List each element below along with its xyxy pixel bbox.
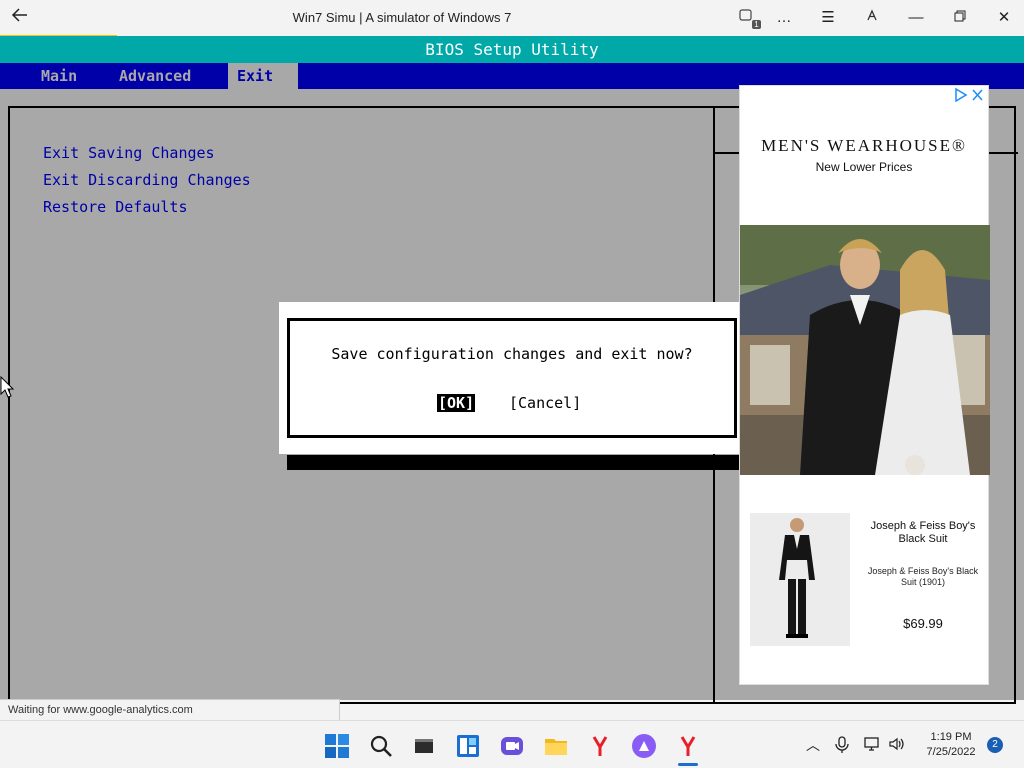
show-hidden-icons-button[interactable]: ︿ <box>804 736 822 754</box>
dialog-message: Save configuration changes and exit now? <box>331 345 693 363</box>
ellipsis-icon: … <box>776 9 792 26</box>
bios-tab-exit[interactable]: Exit <box>228 63 298 89</box>
active-app-indicator <box>678 763 698 766</box>
minimize-icon: — <box>908 9 924 26</box>
tab-count-badge: 1 <box>752 20 761 29</box>
alice-button[interactable] <box>631 733 657 759</box>
clock-date: 7/25/2022 <box>926 746 976 758</box>
cursor-arrow-icon <box>0 375 15 398</box>
notification-badge[interactable]: 2 <box>987 737 1003 753</box>
speaker-icon <box>889 737 904 751</box>
more-button[interactable]: … <box>771 7 797 29</box>
alice-icon <box>632 734 656 758</box>
search-icon <box>370 735 392 757</box>
dialog-frame: Save configuration changes and exit now?… <box>287 318 737 438</box>
yandex-icon <box>592 736 608 756</box>
menu-button[interactable]: ☰ <box>815 7 841 29</box>
advertisement[interactable]: MEN'S WEARHOUSE® New Lower Prices Joseph… <box>739 85 990 685</box>
network-icon <box>864 737 879 751</box>
hamburger-icon: ☰ <box>821 9 835 26</box>
bios-header: BIOS Setup Utility <box>0 36 1024 63</box>
dialog-shadow <box>287 455 747 470</box>
minimize-button[interactable]: — <box>903 7 929 29</box>
close-icon: ✕ <box>997 9 1011 26</box>
ad-price: $69.99 <box>903 616 943 631</box>
ok-button[interactable]: [OK] <box>437 394 476 412</box>
ad-info-icon <box>955 87 983 103</box>
microphone-button[interactable] <box>833 736 851 754</box>
file-explorer-button[interactable] <box>543 733 569 759</box>
confirm-dialog: Save configuration changes and exit now?… <box>279 302 745 454</box>
widgets-icon <box>457 735 479 757</box>
microphone-icon <box>835 736 849 753</box>
couple-image <box>740 225 990 475</box>
tabs-button[interactable]: 1 <box>733 7 761 29</box>
browser-status-bar: Waiting for www.google-analytics.com <box>0 699 340 720</box>
chat-button[interactable] <box>499 733 525 759</box>
chevron-up-icon: ︿ <box>806 737 820 753</box>
widgets-button[interactable] <box>455 733 481 759</box>
exit-discarding-changes-option[interactable]: Exit Discarding Changes <box>43 171 251 189</box>
task-view-button[interactable] <box>411 733 437 759</box>
windows-start-icon <box>325 734 349 758</box>
yandex-browser-button[interactable] <box>675 733 701 766</box>
ad-brand: MEN'S WEARHOUSE® <box>761 136 967 155</box>
browser-title-bar: Win7 Simu | A simulator of Windows 7 1 …… <box>0 0 1024 38</box>
window-title: Win7 Simu | A simulator of Windows 7 <box>292 10 512 25</box>
search-button[interactable] <box>368 733 394 759</box>
extensions-button[interactable] <box>859 7 885 29</box>
bios-tab-advanced[interactable]: Advanced <box>110 63 200 89</box>
restore-icon <box>954 10 966 22</box>
boy-suit-image <box>779 518 815 638</box>
taskbar: ︿ 1:19 PM 7/25/2022 2 <box>0 720 1024 768</box>
terminal-icon <box>415 739 433 753</box>
ad-tagline: New Lower Prices <box>815 160 913 174</box>
ad-product-image[interactable] <box>750 513 850 646</box>
ad-couple-photo[interactable] <box>740 225 990 475</box>
restore-defaults-option[interactable]: Restore Defaults <box>43 198 188 216</box>
close-button[interactable]: ✕ <box>991 7 1017 29</box>
ad-choices-icon[interactable] <box>954 87 984 105</box>
cancel-button[interactable]: [Cancel] <box>509 394 581 412</box>
restore-button[interactable] <box>947 7 973 29</box>
extensions-icon <box>867 9 877 21</box>
ad-product-subtitle: Joseph & Feiss Boy's Black Suit (1901) <box>867 566 979 587</box>
file-explorer-icon <box>545 739 567 755</box>
exit-saving-changes-option[interactable]: Exit Saving Changes <box>43 144 215 162</box>
clock-time: 1:19 PM <box>930 731 972 743</box>
mouse-cursor <box>0 375 15 403</box>
network-button[interactable] <box>864 736 882 754</box>
start-button[interactable] <box>324 733 350 759</box>
volume-button[interactable] <box>888 736 906 754</box>
yandex-button[interactable] <box>587 733 613 759</box>
ad-product-title[interactable]: Joseph & Feiss Boy's Black Suit <box>865 520 981 546</box>
clock[interactable]: 1:19 PM 7/25/2022 <box>916 730 986 760</box>
bios-tab-main[interactable]: Main <box>32 63 86 89</box>
chat-icon <box>501 737 523 755</box>
yandex-browser-icon <box>680 736 696 756</box>
